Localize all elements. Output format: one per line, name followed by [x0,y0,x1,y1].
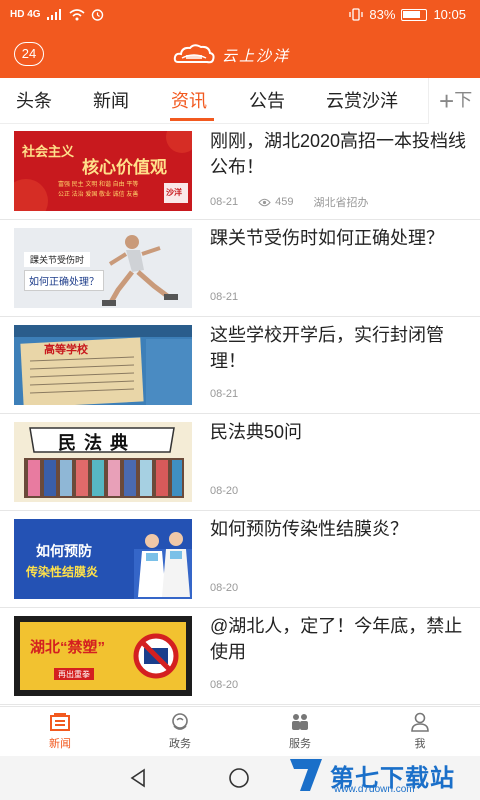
nav-government-label: 政务 [169,738,191,750]
alarm-icon [91,9,103,21]
list-item[interactable]: 如何预防 传染性结膜炎 如何预防传染性结膜炎？ 08-20 [0,512,480,608]
thumb-badge: 沙洋 [166,188,182,197]
vibrate-icon [349,8,364,21]
nav-service[interactable]: 服务 [260,711,340,757]
news-date: 08-21 [210,291,239,303]
service-icon [292,714,308,730]
news-meta: 08-20 [210,485,238,497]
news-date: 08-21 [210,388,239,400]
profile-icon [411,712,429,732]
cloud-logo-icon [173,44,215,64]
thumb-text-1: 民法典 [58,433,136,454]
news-title[interactable]: 刚刚，湖北2020高招一本投档线公布！ [210,128,468,180]
watermark-url: www.d7down.com [334,784,415,795]
network-indicator: HD 4G [10,9,41,20]
active-tab-indicator [170,118,214,121]
news-meta: 08-21 459 湖北省招办 [210,194,369,210]
status-bar: HD 4G 83% 10:05 [0,0,480,32]
thumbnail-graphic [14,228,192,308]
news-title[interactable]: 民法典50问 [210,419,468,445]
tab-news[interactable]: 新闻 [93,78,129,124]
thumb-text-2: 核心价值观 [82,158,167,178]
government-icon [172,713,188,730]
back-icon[interactable] [128,768,148,788]
thumb-text-2: 如何正确处理？ [24,270,104,291]
thumb-text-4: 公正 法治 爱国 敬业 诚信 友善 [58,192,139,198]
news-title[interactable]: 如何预防传染性结膜炎？ [210,516,468,542]
thumb-text-1: 高等学校 [44,344,88,356]
thumb-text-2: 传染性结膜炎 [26,565,99,579]
thumb-text-2: 再出重拳 [58,670,90,679]
app-header: 24 云上沙洋 [0,32,480,78]
nav-service-label: 服务 [289,738,311,750]
list-item[interactable]: 湖北“禁塑” 再出重拳 @湖北人，定了！今年底，禁止使用 08-20 [0,609,480,705]
news-date: 08-20 [210,485,239,497]
view-count-value: 459 [275,196,294,208]
news-thumbnail: 民法典 [14,422,192,502]
thumb-text-3: 富强 民主 文明 和谐 自由 平等 [58,182,139,188]
app-logo: 云上沙洋 [172,41,290,69]
plus-icon: + [439,86,455,116]
news-thumbnail: 踝关节受伤时 如何正确处理？ [14,228,192,308]
wifi-icon [69,8,85,20]
nav-news[interactable]: 新闻 [20,711,100,757]
news-date: 08-20 [210,679,239,691]
battery-percent: 83% [369,7,396,22]
status-right: 83% 10:05 [349,7,466,22]
list-item[interactable]: 民法典 民法典50问 08-20 [0,415,480,511]
list-item[interactable]: 社会主义 核心价值观 富强 民主 文明 和谐 自由 平等 公正 法治 爱国 敬业… [0,124,480,220]
news-meta: 08-21 [210,291,238,303]
battery-icon [401,8,428,21]
news-feed[interactable]: 社会主义 核心价值观 富强 民主 文明 和谐 自由 平等 公正 法治 爱国 敬业… [0,124,480,706]
news-thumbnail: 社会主义 核心价值观 富强 民主 文明 和谐 自由 平等 公正 法治 爱国 敬业… [14,131,192,211]
news-meta: 08-21 [210,388,238,400]
watermark-logo-icon [290,759,322,791]
message-counter-button[interactable]: 24 [14,42,44,66]
site-watermark: 第七下载站 www.d7down.com [286,752,476,798]
add-channel-button[interactable]: +下 [428,78,480,124]
logo-text: 云上沙洋 [222,46,291,65]
news-title[interactable]: 这些学校开学后，实行封闭管理！ [210,322,468,374]
clock: 10:05 [433,7,466,22]
news-date: 08-21 [210,196,239,208]
thumbnail-graphic [14,325,192,405]
thumb-text-1: 如何预防 [36,543,92,559]
signal-icon [46,9,61,20]
news-source: 湖北省招办 [313,197,369,209]
news-thumbnail: 高等学校 [14,325,192,405]
thumb-text-1: 踝关节受伤时 [24,252,91,267]
news-meta: 08-20 [210,679,238,691]
news-title[interactable]: @湖北人，定了！今年底，禁止使用 [210,613,468,665]
nav-government[interactable]: 政务 [140,711,220,757]
news-title[interactable]: 踝关节受伤时如何正确处理？ [210,225,468,251]
news-thumbnail: 湖北“禁塑” 再出重拳 [14,616,192,696]
thumb-text-1: 湖北“禁塑” [30,639,106,656]
list-item[interactable]: 踝关节受伤时 如何正确处理？ 踝关节受伤时如何正确处理？ 08-21 [0,221,480,317]
tab-yunshang-shayang[interactable]: 云赏沙洋 [326,78,398,124]
nav-profile-label: 我 [414,738,426,750]
news-date: 08-20 [210,582,239,594]
status-left: HD 4G [10,8,104,21]
thumb-text-1: 社会主义 [22,145,75,160]
tab-headlines[interactable]: 头条 [16,78,52,124]
list-item[interactable]: 高等学校 这些学校开学后，实行封闭管理！ 08-21 [0,318,480,414]
category-tabs: 头条 新闻 资讯 公告 云赏沙洋 +下 [0,78,480,124]
nav-profile[interactable]: 我 [380,711,460,757]
news-thumbnail: 如何预防 传染性结膜炎 [14,519,192,599]
tab-more-label: 下 [454,90,473,110]
news-meta: 08-20 [210,582,238,594]
home-icon[interactable] [228,767,250,789]
news-icon [50,713,70,731]
eye-icon [258,198,271,206]
tab-notices[interactable]: 公告 [249,78,285,124]
bottom-navigation: 新闻 政务 服务 我 [0,706,480,756]
view-count: 459 [258,196,294,208]
nav-news-label: 新闻 [49,738,71,750]
